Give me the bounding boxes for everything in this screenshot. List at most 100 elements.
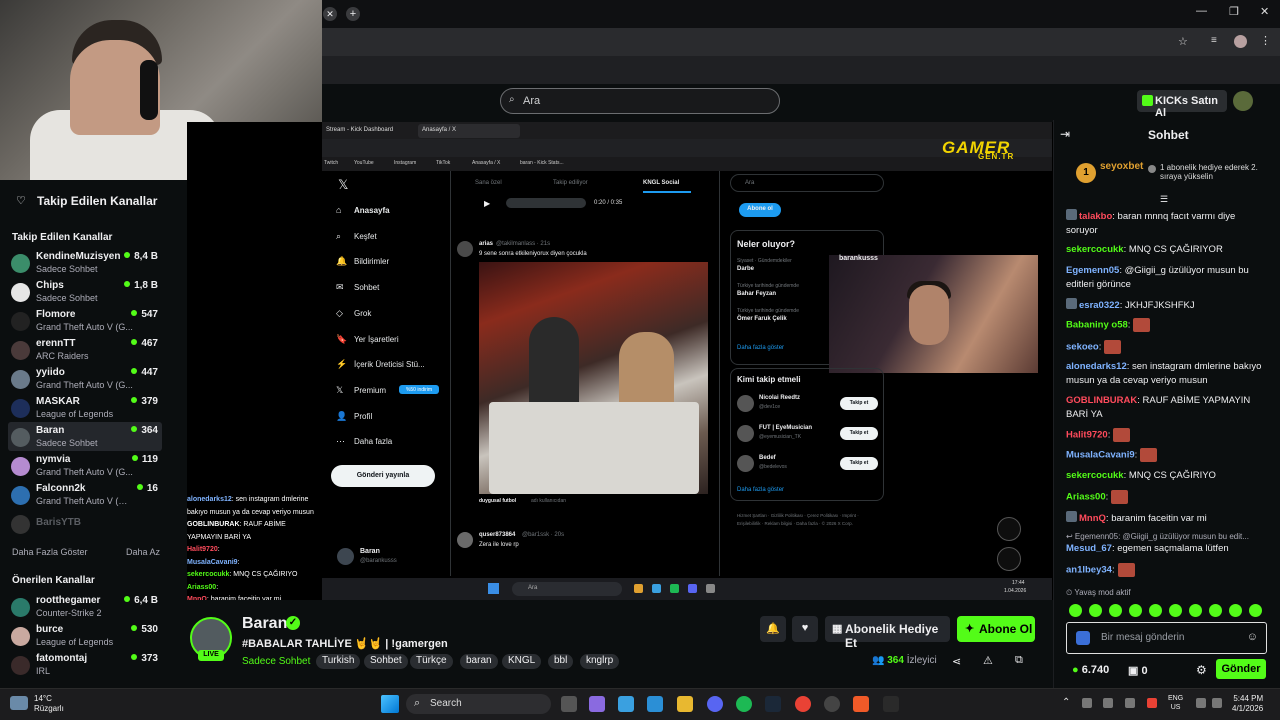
- steam-icon[interactable]: [765, 696, 781, 712]
- subscribe-button[interactable]: ✦ Abone Ol: [957, 616, 1035, 642]
- channel-points[interactable]: ▣ 0: [1128, 664, 1148, 677]
- collapse-chat-icon[interactable]: ⇥: [1060, 127, 1070, 141]
- obs-icon[interactable]: [824, 696, 840, 712]
- windows-start-icon[interactable]: [381, 695, 399, 713]
- maximize-icon[interactable]: ❐: [1229, 5, 1239, 18]
- share-icon[interactable]: ⋖: [952, 655, 961, 668]
- sidebar-channel[interactable]: Falconn2k Grand Theft Auto V (GTA) 16: [8, 480, 162, 509]
- chat-settings-icon[interactable]: ⚙: [1196, 663, 1207, 677]
- theater-mode-icon[interactable]: ⧉: [1015, 654, 1023, 667]
- chrome-icon[interactable]: [795, 696, 811, 712]
- stream-tag[interactable]: baran: [460, 654, 498, 669]
- language-indicator[interactable]: ENG US: [1168, 694, 1183, 712]
- weather-widget[interactable]: 14°C Rüzgarlı: [34, 694, 64, 714]
- weather-icon[interactable]: [10, 696, 28, 710]
- bookmark-star-icon[interactable]: ☆: [1178, 35, 1188, 48]
- notification-bell-icon[interactable]: 🔔: [760, 616, 786, 642]
- emoji-icon[interactable]: ☺: [1247, 631, 1258, 643]
- chat-username[interactable]: esra0322: [1079, 300, 1120, 311]
- sidebar-channel[interactable]: Baran Sadece Sohbet 364: [8, 422, 162, 451]
- emote-quick-icon[interactable]: [1129, 604, 1142, 617]
- chat-username[interactable]: sekercocukk: [1066, 244, 1124, 255]
- chat-username[interactable]: MnnQ: [1079, 513, 1106, 524]
- recommended-channel[interactable]: rootthegamer Counter-Strike 2 6,4 B: [8, 592, 162, 621]
- emote-quick-icon[interactable]: [1249, 604, 1262, 617]
- spotify-icon[interactable]: [736, 696, 752, 712]
- chat-username[interactable]: Babaniny o58: [1066, 320, 1128, 331]
- clock[interactable]: 5:44 PM 4/1/2026: [1232, 694, 1263, 714]
- tray-chevron-icon[interactable]: ⌃: [1062, 697, 1070, 708]
- pinned-user[interactable]: seyoxbet: [1100, 161, 1143, 172]
- gift-subscription-button[interactable]: ▦ Abonelik Hediye Et: [825, 616, 950, 650]
- emote-quick-icon[interactable]: [1089, 604, 1102, 617]
- chat-username[interactable]: alonedarks12: [1066, 361, 1127, 372]
- show-more-link[interactable]: Daha Fazla Göster: [12, 547, 88, 557]
- app-icon[interactable]: [883, 696, 899, 712]
- edge-icon[interactable]: [647, 696, 663, 712]
- search-input[interactable]: ⌕ Ara: [500, 88, 780, 114]
- tray-icon[interactable]: [1082, 698, 1092, 708]
- chat-username[interactable]: MusalaCavani9: [1066, 450, 1135, 461]
- tray-icon[interactable]: [1103, 698, 1113, 708]
- emote-quick-icon[interactable]: [1149, 604, 1162, 617]
- mic-icon[interactable]: [1147, 698, 1157, 708]
- emote-quick-icon[interactable]: [1189, 604, 1202, 617]
- buy-kicks-button[interactable]: KICKs Satın Al: [1137, 90, 1227, 119]
- sidebar-channel[interactable]: nymvia Grand Theft Auto V (G... 119: [8, 451, 162, 480]
- task-view-icon[interactable]: [561, 696, 577, 712]
- chat-username[interactable]: sekercocukk: [1066, 470, 1124, 481]
- user-avatar[interactable]: [1233, 91, 1253, 111]
- chat-input[interactable]: Bir mesaj gönderin ☺: [1066, 622, 1267, 654]
- follow-heart-icon[interactable]: ♥: [792, 616, 818, 642]
- channel-name[interactable]: Baran: [242, 615, 287, 633]
- store-icon[interactable]: [618, 696, 634, 712]
- wifi-icon[interactable]: [1196, 698, 1206, 708]
- profile-avatar[interactable]: [1234, 35, 1247, 48]
- media-control-icon[interactable]: ≡: [1211, 35, 1217, 46]
- emote-quick-icon[interactable]: [1209, 604, 1222, 617]
- emote-quick-icon[interactable]: [1069, 604, 1082, 617]
- expand-pinned-icon[interactable]: ☰: [1160, 194, 1168, 205]
- stream-tag[interactable]: Turkish: [316, 654, 361, 669]
- stream-tag[interactable]: Sohbet: [364, 654, 408, 669]
- emote-quick-icon[interactable]: [1169, 604, 1182, 617]
- sidebar-channel[interactable]: Chips Sadece Sohbet 1,8 B: [8, 277, 162, 306]
- stream-tag[interactable]: bbl: [548, 654, 574, 669]
- minimize-icon[interactable]: —: [1196, 5, 1207, 17]
- emote-quick-icon[interactable]: [1109, 604, 1122, 617]
- stream-tag[interactable]: KNGL: [502, 654, 542, 669]
- sidebar-channel[interactable]: Flomore Grand Theft Auto V (G... 547: [8, 306, 162, 335]
- chat-username[interactable]: Mesud_67: [1066, 543, 1112, 554]
- chat-username[interactable]: sekoeo: [1066, 342, 1099, 353]
- sidebar-channel[interactable]: yyiido Grand Theft Auto V (G... 447: [8, 364, 162, 393]
- copilot-icon[interactable]: [589, 696, 605, 712]
- chat-username[interactable]: Egemenn05: [1066, 265, 1119, 276]
- tray-icon[interactable]: [1125, 698, 1135, 708]
- report-icon[interactable]: ⚠: [983, 654, 993, 667]
- recommended-channel[interactable]: burce League of Legends 530: [8, 621, 162, 650]
- chat-username[interactable]: Ariass00: [1066, 492, 1106, 503]
- windows-search[interactable]: ⌕ Search: [406, 694, 551, 714]
- chat-username[interactable]: an1lbey34: [1066, 565, 1112, 576]
- chat-username[interactable]: talakbo: [1079, 211, 1112, 222]
- plus-icon[interactable]: +: [346, 7, 360, 21]
- discord-icon[interactable]: [707, 696, 723, 712]
- emote-quick-icon[interactable]: [1229, 604, 1242, 617]
- sidebar-channel[interactable]: erennTT ARC Raiders 467: [8, 335, 162, 364]
- volume-icon[interactable]: [1212, 698, 1222, 708]
- send-button[interactable]: Gönder: [1216, 659, 1266, 679]
- address-bar[interactable]: ☆ ≡ ⋮: [322, 28, 1280, 56]
- sidebar-channel[interactable]: KendineMuzisyen Sadece Sohbet 8,4 B: [8, 248, 162, 277]
- stream-tag[interactable]: knglrp: [580, 654, 620, 669]
- stream-category[interactable]: Sadece Sohbet: [242, 656, 310, 667]
- close-icon[interactable]: ✕: [1260, 5, 1269, 18]
- chat-username[interactable]: GOBLINBURAK: [1066, 395, 1137, 406]
- chat-username[interactable]: Halit9720: [1066, 430, 1108, 441]
- file-explorer-icon[interactable]: [677, 696, 693, 712]
- brave-icon[interactable]: [853, 696, 869, 712]
- sidebar-channel[interactable]: MASKAR League of Legends 379: [8, 393, 162, 422]
- more-options-icon[interactable]: ⋮: [1260, 34, 1271, 47]
- close-tab-icon[interactable]: ✕: [323, 7, 337, 21]
- emote-picker-icon[interactable]: [1076, 631, 1090, 645]
- recommended-channel[interactable]: fatomontaj IRL 373: [8, 650, 162, 679]
